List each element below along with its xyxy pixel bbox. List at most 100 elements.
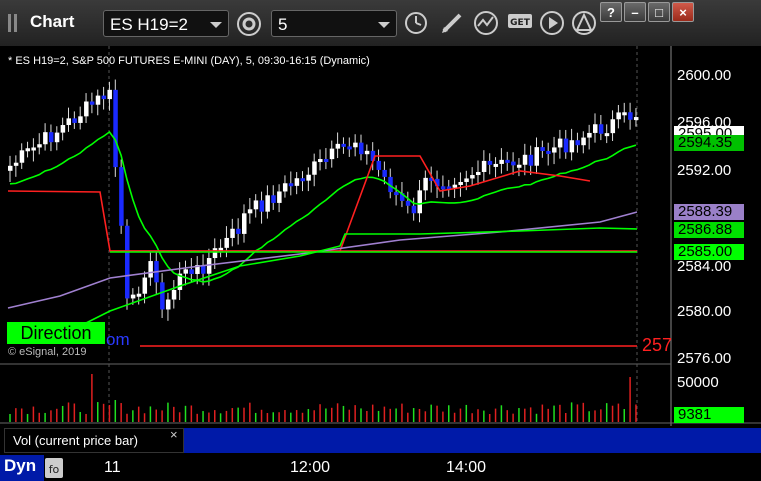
x-label-1200: 12:00	[290, 459, 331, 476]
x-label-1400: 14:00	[446, 459, 487, 476]
candle-body	[440, 186, 446, 190]
interval-input[interactable]: 5	[271, 10, 397, 37]
window-title: Chart	[30, 12, 75, 31]
candle-body	[107, 89, 112, 100]
candle-body	[37, 144, 42, 148]
candle-body	[130, 294, 136, 299]
chevron-down-icon[interactable]	[210, 22, 222, 28]
candle-body	[318, 159, 323, 163]
direction-label: Direction	[7, 322, 105, 344]
candle-body	[300, 178, 305, 182]
candle-body	[72, 118, 77, 123]
y-axis-label: 2580.00	[677, 303, 732, 320]
svg-text:fo: fo	[49, 463, 60, 476]
candle-body	[616, 112, 621, 120]
candle-body	[628, 112, 633, 120]
candle-body	[493, 163, 499, 167]
candle-body	[148, 261, 153, 278]
price-chart[interactable]	[0, 46, 761, 481]
partial-label: om	[106, 330, 130, 349]
candle-body	[277, 191, 282, 203]
candle-body	[247, 209, 253, 214]
interval-value: 5	[278, 15, 288, 34]
candle-body	[569, 140, 575, 153]
candle-body	[259, 200, 265, 212]
candle-body	[598, 124, 604, 134]
candle-body	[528, 154, 534, 166]
candle-body	[306, 174, 311, 181]
dyn-label[interactable]: Dyn	[4, 456, 36, 476]
candle-body	[160, 282, 165, 310]
candle-body	[48, 132, 54, 143]
candle-body	[43, 132, 48, 145]
candle-body	[329, 148, 335, 160]
candle-body	[119, 167, 124, 226]
candle-body	[487, 160, 493, 165]
candle-body	[581, 137, 586, 146]
candle-body	[282, 183, 288, 192]
candle-body	[610, 119, 616, 134]
candle-body	[125, 225, 130, 299]
price-tag: 2588.39	[674, 204, 744, 220]
candle-body	[516, 164, 522, 168]
candle-body	[13, 162, 19, 166]
candle-body	[142, 277, 148, 294]
candle-body	[452, 184, 458, 188]
y-axis-label: 2600.00	[677, 67, 732, 84]
candle-body	[183, 269, 188, 274]
candle-body	[376, 160, 382, 170]
play-icon[interactable]	[538, 9, 568, 37]
indicator-icon[interactable]	[472, 9, 502, 37]
candle-body	[294, 178, 300, 186]
candle-body	[464, 178, 469, 182]
get-icon[interactable]: GET	[506, 9, 536, 37]
chart-header: * ES H19=2, S&P 500 FUTURES E-MINI (DAY)…	[8, 55, 370, 67]
candle-body	[236, 228, 241, 234]
x-label-11: 11	[104, 459, 121, 476]
candle-body	[405, 200, 411, 206]
volume-study-title[interactable]: Vol (current price bar)	[4, 428, 184, 453]
candle-body	[481, 160, 487, 172]
symbol-input[interactable]: ES H19=2	[103, 10, 229, 37]
candle-body	[382, 169, 387, 177]
maximize-button[interactable]: □	[648, 2, 670, 22]
clock-icon[interactable]	[402, 9, 432, 37]
candle-body	[557, 138, 563, 148]
candle-body	[552, 147, 557, 153]
candle-body	[417, 190, 422, 214]
help-button[interactable]: ?	[600, 2, 622, 22]
minimize-button[interactable]: –	[624, 2, 646, 22]
close-button[interactable]: ×	[672, 2, 694, 22]
chevron-down-icon[interactable]	[378, 22, 390, 28]
volume-study-bar	[184, 428, 761, 453]
candle-body	[476, 171, 481, 176]
candle-body	[353, 142, 358, 148]
candle-body	[575, 140, 580, 146]
candle-body	[604, 133, 610, 137]
candle-body	[19, 150, 25, 163]
candle-body	[171, 289, 177, 300]
candle-body	[230, 228, 235, 238]
candle-body	[458, 181, 463, 185]
lock-icon[interactable]: fo	[44, 457, 64, 479]
candle-body	[31, 147, 36, 151]
candle-body	[622, 112, 627, 116]
candle-body	[335, 143, 341, 149]
red-level-label: 257	[642, 335, 673, 355]
candle-body	[540, 147, 545, 151]
close-icon[interactable]: ×	[170, 427, 178, 442]
alert-icon[interactable]	[570, 9, 600, 37]
candle-body	[546, 150, 551, 154]
pencil-icon[interactable]	[438, 9, 468, 37]
candle-body	[347, 146, 352, 150]
y-axis-label: 2584.00	[677, 258, 732, 275]
candle-body	[89, 101, 95, 105]
grip-icon[interactable]	[4, 10, 22, 36]
candle-body	[242, 213, 247, 234]
candle-body	[470, 175, 475, 179]
gear-icon[interactable]	[235, 11, 263, 37]
candle-body	[189, 269, 194, 274]
candle-body	[165, 299, 171, 310]
candle-body	[78, 116, 83, 123]
candle-body	[587, 132, 592, 138]
